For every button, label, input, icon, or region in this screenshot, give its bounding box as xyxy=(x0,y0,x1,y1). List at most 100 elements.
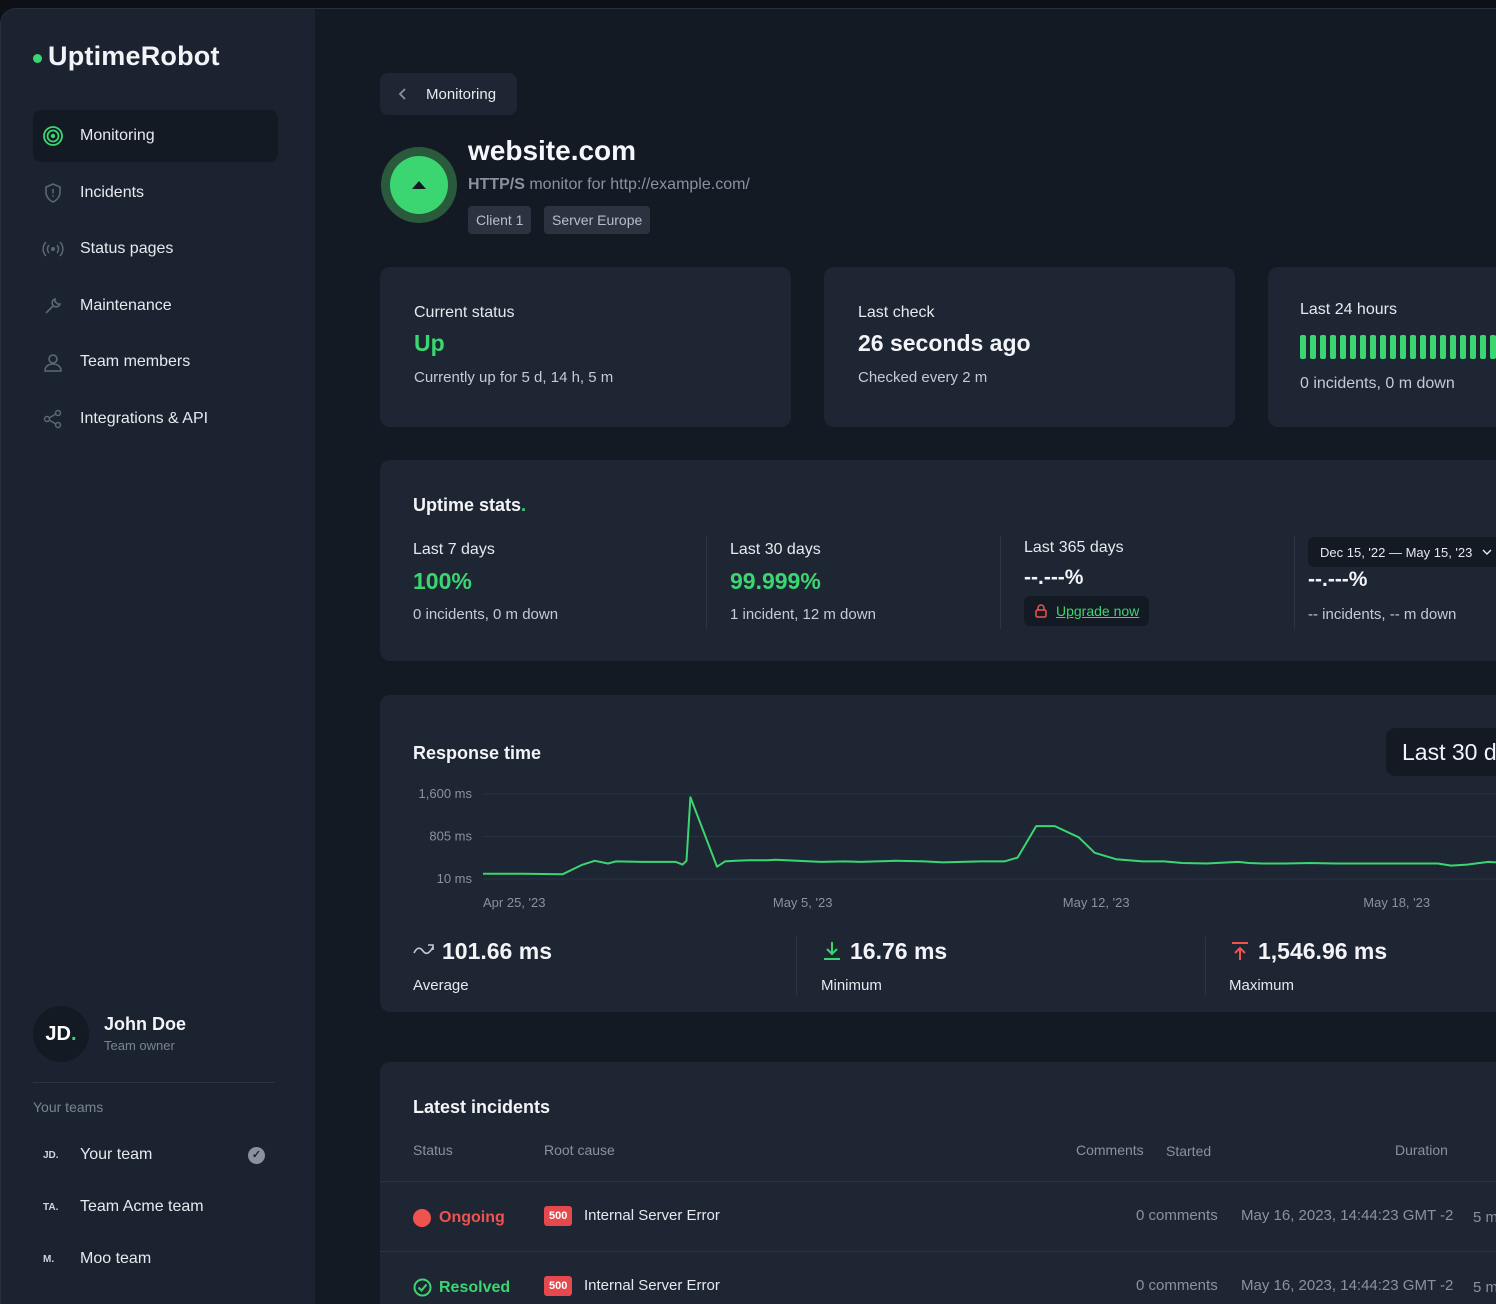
uptime-sub: 0 incidents, 0 m down xyxy=(413,606,559,623)
uptime-bar[interactable] xyxy=(1470,335,1476,359)
incident-started: May 16, 2023, 14:44:23 GMT -2 xyxy=(1241,1207,1454,1224)
uptime-bar[interactable] xyxy=(1440,335,1446,359)
uptime-bar[interactable] xyxy=(1490,335,1496,359)
x-tick-label: May 5, '23 xyxy=(773,895,833,910)
uptime-bar[interactable] xyxy=(1380,335,1386,359)
upgrade-now-button[interactable]: Upgrade now xyxy=(1024,596,1150,626)
arrow-up-max-icon xyxy=(1232,942,1248,960)
uptime-bar[interactable] xyxy=(1320,335,1326,359)
incident-cause: Internal Server Error xyxy=(584,1277,720,1294)
response-time-chart: 1,600 ms 805 ms 10 ms Apr 25, '23 May 5, '23… xyxy=(419,786,1496,910)
uptime-bar[interactable] xyxy=(1360,335,1366,359)
response-time-card: Response time Last 30 days 1,600 ms 805 m… xyxy=(380,695,1496,1012)
sidebar-item-label: Team members xyxy=(80,353,191,370)
divider xyxy=(33,1082,275,1083)
team-item-moo[interactable]: M. Moo team xyxy=(33,1244,275,1274)
user-role: Team owner xyxy=(104,1038,175,1053)
incident-duration: 5 m xyxy=(1473,1279,1496,1296)
uptime-bar[interactable] xyxy=(1400,335,1406,359)
share-icon xyxy=(43,409,62,429)
last-24h-card: Last 24 hours 0 incidents, 0 m down xyxy=(1268,267,1496,427)
broadcast-icon xyxy=(42,241,64,257)
sidebar-item-incidents[interactable]: Incidents xyxy=(33,167,278,219)
incident-status: Resolved xyxy=(439,1279,511,1296)
error-code-badge: 500 xyxy=(544,1276,573,1296)
date-range-select[interactable]: Dec 15, '22 — May 15, '23 xyxy=(1308,537,1496,567)
team-name: Your team xyxy=(80,1146,153,1163)
latest-incidents-card: Latest incidents Status Root cause Comme… xyxy=(380,1062,1496,1304)
logo-text: UptimeRobot xyxy=(48,41,220,71)
card-sub: Checked every 2 m xyxy=(858,369,988,386)
uptime-bar[interactable] xyxy=(1310,335,1316,359)
sidebar-item-monitoring[interactable]: Monitoring xyxy=(33,110,278,162)
uptime-bar[interactable] xyxy=(1330,335,1336,359)
minimum-label: Minimum xyxy=(821,977,882,994)
sidebar-item-label: Maintenance xyxy=(80,297,172,314)
team-item-acme[interactable]: TA. Team Acme team xyxy=(33,1192,275,1222)
uptime-bar[interactable] xyxy=(1390,335,1396,359)
sidebar-item-label: Status pages xyxy=(80,240,174,257)
app-window: UptimeRobot Monitoring Incidents Status … xyxy=(0,8,1496,1304)
incidents-title: Latest incidents xyxy=(413,1097,551,1117)
uptime-bar[interactable] xyxy=(1340,335,1346,359)
divider xyxy=(380,1251,1496,1252)
uptime-bar[interactable] xyxy=(1300,335,1306,359)
incident-comments[interactable]: 0 comments xyxy=(1136,1207,1218,1224)
status-value: Up xyxy=(414,330,445,356)
x-tick-label: May 18, '23 xyxy=(1363,895,1430,910)
uptime-bar[interactable] xyxy=(1460,335,1466,359)
response-range-select[interactable]: Last 30 days xyxy=(1386,728,1496,776)
uptime-bar[interactable] xyxy=(1450,335,1456,359)
card-sub: 0 incidents, 0 m down xyxy=(1300,375,1455,392)
uptime-value: 99.999% xyxy=(730,568,821,594)
column-header-comments[interactable]: Comments xyxy=(1076,1142,1144,1158)
status-indicator xyxy=(381,147,457,223)
last-check-value: 26 seconds ago xyxy=(858,330,1031,356)
tag-server[interactable]: Server Europe xyxy=(544,206,651,234)
sidebar: UptimeRobot Monitoring Incidents Status … xyxy=(1,9,315,1304)
column-header-duration[interactable]: Duration xyxy=(1395,1142,1448,1158)
divider xyxy=(1205,937,1206,995)
team-item-your-team[interactable]: JD. Your team ✓ xyxy=(33,1140,275,1170)
column-header-root-cause[interactable]: Root cause xyxy=(544,1142,615,1158)
uptime-stats-card: Uptime stats. Last 7 days 100% 0 inciden… xyxy=(380,460,1496,661)
response-time-line[interactable] xyxy=(483,796,1496,876)
tag-client[interactable]: Client 1 xyxy=(468,206,532,234)
x-tick-label: May 12, '23 xyxy=(1063,895,1130,910)
sidebar-item-label: Incidents xyxy=(80,184,145,201)
incident-comments[interactable]: 0 comments xyxy=(1136,1277,1218,1294)
uptime-bar[interactable] xyxy=(1410,335,1416,359)
uptime-bar[interactable] xyxy=(1350,335,1356,359)
card-label: Last 24 hours xyxy=(1300,301,1397,318)
column-header-status[interactable]: Status xyxy=(413,1142,453,1158)
divider xyxy=(1294,536,1295,629)
divider xyxy=(796,937,797,995)
sidebar-item-integrations[interactable]: Integrations & API xyxy=(33,393,278,445)
sidebar-item-label: Integrations & API xyxy=(80,410,209,427)
uptime-value: 100% xyxy=(413,568,472,594)
column-header-started[interactable]: Started xyxy=(1166,1143,1211,1159)
team-initials: JD. xyxy=(43,1149,59,1161)
error-code-badge: 500 xyxy=(544,1206,573,1226)
logo[interactable]: UptimeRobot xyxy=(33,41,220,72)
arrow-up-icon xyxy=(412,181,426,189)
chevron-down-icon xyxy=(1482,549,1492,555)
uptime-bar[interactable] xyxy=(1430,335,1436,359)
uptime-bar[interactable] xyxy=(1370,335,1376,359)
sidebar-item-maintenance[interactable]: Maintenance xyxy=(33,280,278,332)
uptime-bar[interactable] xyxy=(1420,335,1426,359)
divider xyxy=(1000,536,1001,629)
minimum-value: 16.76 ms xyxy=(850,938,948,964)
sidebar-item-team-members[interactable]: Team members xyxy=(33,336,278,388)
uptime-sub: -- incidents, -- m down xyxy=(1308,606,1457,623)
divider xyxy=(706,536,707,629)
uptime-bars xyxy=(1300,335,1496,359)
uptime-bar[interactable] xyxy=(1480,335,1486,359)
team-name: Moo team xyxy=(80,1250,152,1267)
shield-icon xyxy=(45,183,61,203)
arrow-down-icon xyxy=(824,942,840,960)
card-label: Last check xyxy=(858,304,935,321)
sidebar-item-status-pages[interactable]: Status pages xyxy=(33,223,278,275)
user-name: John Doe xyxy=(104,1014,187,1034)
back-button[interactable]: Monitoring xyxy=(380,73,517,115)
